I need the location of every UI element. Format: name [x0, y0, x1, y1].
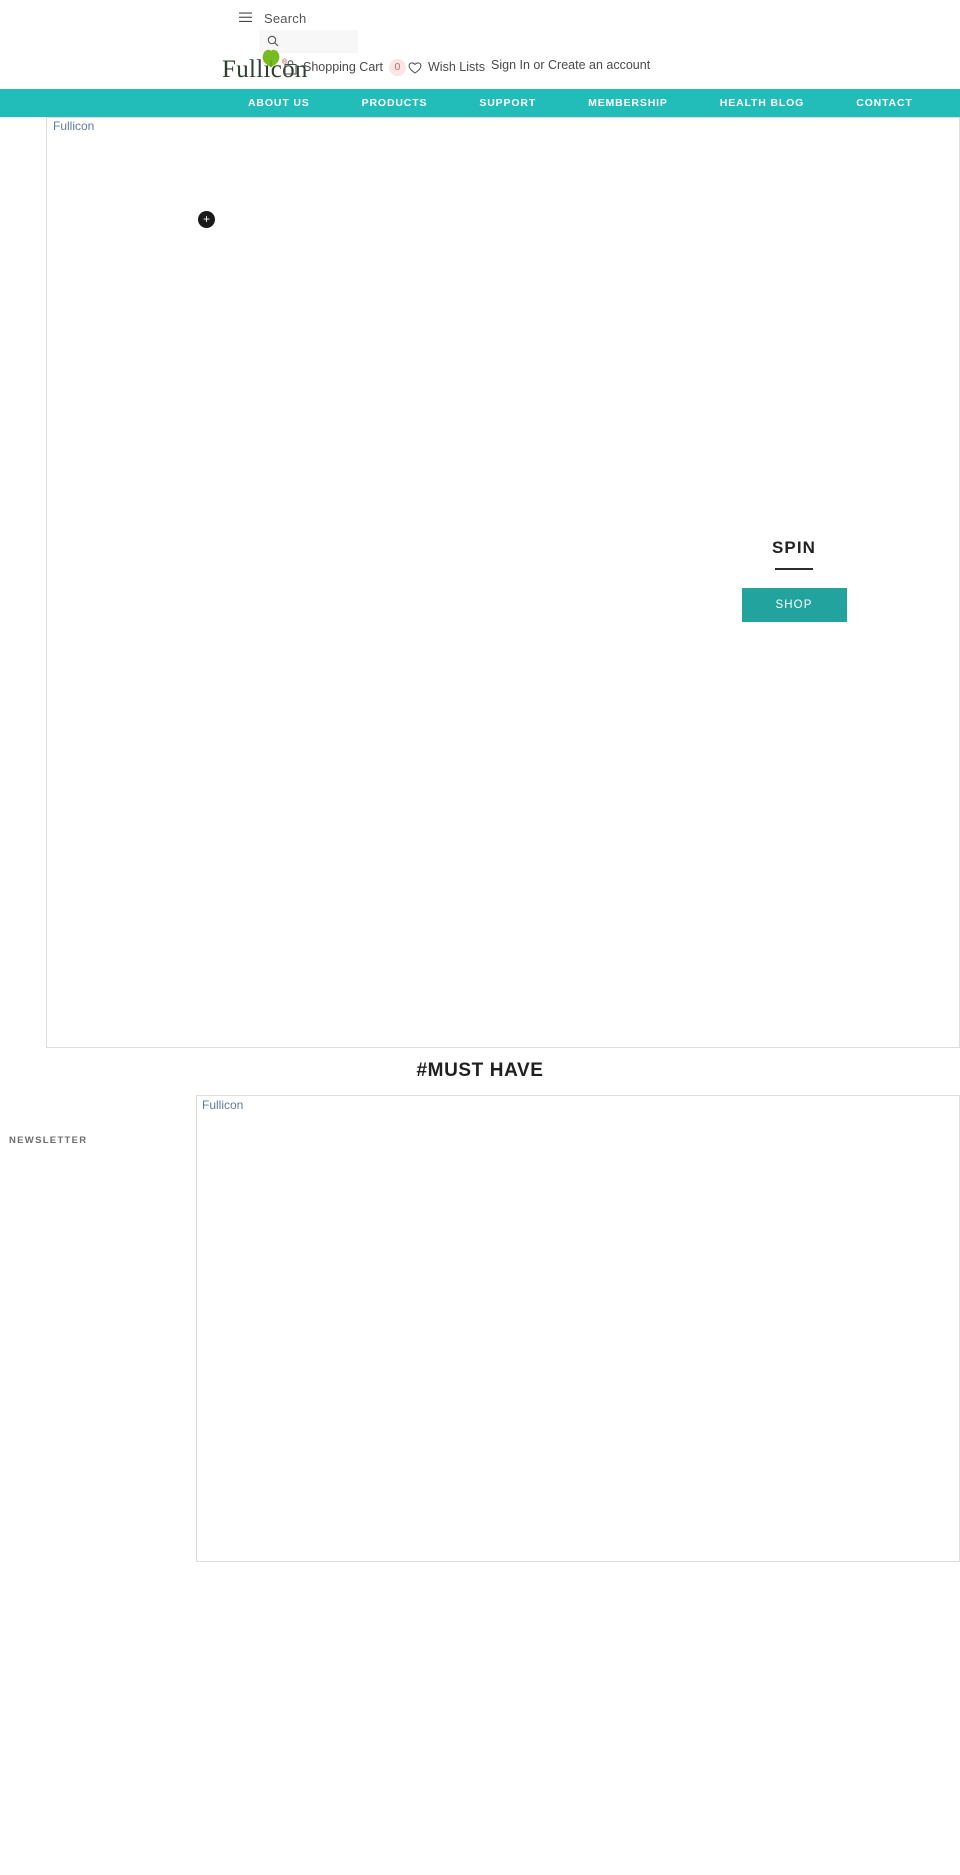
- hero-hotspot-button[interactable]: +: [198, 211, 215, 228]
- hero-shop-button[interactable]: SHOP: [741, 588, 847, 622]
- section-title: #MUST HAVE: [416, 1060, 544, 1081]
- hero-title: SPIN: [771, 538, 817, 557]
- nav-item-about-us[interactable]: ABOUT US: [222, 89, 336, 117]
- shopping-cart-label: Shopping Cart: [303, 60, 383, 74]
- wish-lists-link[interactable]: Wish Lists: [408, 56, 485, 78]
- main-navigation: ABOUT US PRODUCTS SUPPORT MEMBERSHIP HEA…: [0, 89, 960, 117]
- nav-item-support[interactable]: SUPPORT: [453, 89, 562, 117]
- nav-item-contact[interactable]: CONTACT: [830, 89, 939, 117]
- create-account-link[interactable]: Create an account: [548, 58, 650, 72]
- nav-item-products[interactable]: PRODUCTS: [336, 89, 454, 117]
- shopping-cart-link[interactable]: Shopping Cart 0: [284, 56, 406, 78]
- newsletter-block: NEWSLETTER: [9, 1135, 179, 1146]
- account-separator: or: [533, 58, 545, 72]
- must-have-section-heading: #MUST HAVE: [0, 1060, 960, 1082]
- panel-broken-image-alt-text: Fullicon: [202, 1098, 244, 1112]
- ginkgo-leaf-icon: [260, 48, 282, 68]
- page-root: Search Fullicon ® Shopping Cart 0 Wish L…: [0, 0, 960, 1875]
- search-icon[interactable]: [267, 35, 279, 47]
- shopping-bag-icon: [284, 59, 297, 75]
- hero-divider-rule: [775, 568, 813, 570]
- search-input[interactable]: [284, 32, 354, 51]
- sign-in-link[interactable]: Sign In: [491, 58, 530, 72]
- nav-item-membership[interactable]: MEMBERSHIP: [562, 89, 694, 117]
- wish-lists-label: Wish Lists: [428, 60, 485, 74]
- hero-banner: Fullicon + SPIN SHOP: [46, 117, 960, 1048]
- hamburger-icon[interactable]: [237, 10, 253, 28]
- account-links: Sign In or Create an account: [491, 58, 650, 72]
- hero-broken-image-alt-text: Fullicon: [53, 119, 95, 133]
- heart-icon: [408, 61, 422, 74]
- search-label: Search: [264, 11, 307, 26]
- cart-item-count: 0: [388, 58, 406, 76]
- hero-copy-block: SPIN SHOP: [629, 538, 959, 622]
- top-utility-bar: Search Fullicon ® Shopping Cart 0 Wish L…: [0, 0, 960, 89]
- product-showcase-panel: Fullicon: [196, 1095, 960, 1562]
- main-navigation-items: ABOUT US PRODUCTS SUPPORT MEMBERSHIP HEA…: [222, 89, 939, 117]
- nav-item-health-blog[interactable]: HEALTH BLOG: [694, 89, 830, 117]
- newsletter-title: NEWSLETTER: [9, 1135, 88, 1146]
